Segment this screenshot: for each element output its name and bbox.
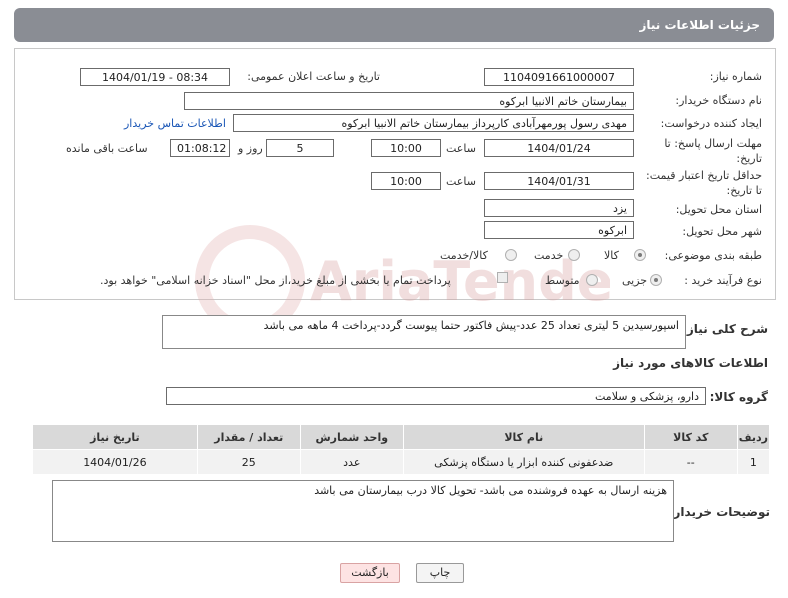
remaining-time-field[interactable]: 01:08:12 <box>170 139 230 157</box>
cell-row-number: 1 <box>736 449 771 475</box>
buyer-notes-textarea[interactable]: هزینه ارسال به عهده فروشنده می باشد- تحو… <box>52 480 674 542</box>
category-label: طبقه بندی موضوعی: <box>664 249 762 262</box>
announce-label: تاریخ و ساعت اعلان عمومی: <box>247 70 380 83</box>
city-field[interactable]: ابرکوه <box>484 221 634 239</box>
category-radio-service[interactable] <box>568 249 580 261</box>
cell-code: -- <box>643 449 738 475</box>
goods-group-field[interactable]: دارو، پزشکی و سلامت <box>166 387 706 405</box>
price-time-field[interactable]: 10:00 <box>371 172 441 190</box>
creator-field[interactable]: مهدی رسول پورمهرآبادی کارپرداز بیمارستان… <box>233 114 634 132</box>
reply-deadline-label: مهلت ارسال پاسخ: تا تاریخ: <box>664 137 762 165</box>
process-radio-medium[interactable] <box>586 274 598 286</box>
goods-table: ردیف کد کالا نام کالا واحد شمارش تعداد /… <box>32 424 771 475</box>
price-validity-label: حداقل تاریخ اعتبار قیمت: تا تاریخ: <box>646 169 762 197</box>
creator-label: ایجاد کننده درخواست: <box>660 117 762 130</box>
column-header-code: کد کالا <box>643 424 738 450</box>
contact-info-link[interactable]: اطلاعات تماس خریدار <box>124 117 226 130</box>
back-button[interactable]: بازگشت <box>340 563 400 583</box>
process-label: نوع فرآیند خرید : <box>684 274 762 287</box>
cell-quantity: 25 <box>196 449 301 475</box>
process-radio-minor[interactable] <box>650 274 662 286</box>
province-label: استان محل تحویل: <box>675 203 762 216</box>
remaining-time-label: ساعت باقی مانده <box>66 142 148 155</box>
category-radio-both[interactable] <box>505 249 517 261</box>
column-header-unit: واحد شمارش <box>299 424 404 450</box>
table-row[interactable]: 1 -- ضدعفونی کننده ابزار یا دستگاه پزشکی… <box>32 449 771 475</box>
goods-table-header: ردیف کد کالا نام کالا واحد شمارش تعداد /… <box>32 424 771 450</box>
page-title: جزئیات اطلاعات نیاز <box>639 18 760 32</box>
column-header-quantity: تعداد / مقدار <box>196 424 301 450</box>
need-number-label: شماره نیاز: <box>709 70 762 83</box>
days-field[interactable]: 5 <box>266 139 334 157</box>
goods-group-label: گروه کالا: <box>709 390 768 404</box>
need-number-field[interactable]: 1104091661000007 <box>484 68 634 86</box>
days-label: روز و <box>238 142 263 155</box>
goods-section-title: اطلاعات کالاهای مورد نیاز <box>613 356 768 370</box>
category-radio-goods[interactable] <box>634 249 646 261</box>
province-field[interactable]: یزد <box>484 199 634 217</box>
category-option-service: خدمت <box>534 249 564 262</box>
cell-need-date: 1404/01/26 <box>32 449 198 475</box>
process-option-minor: جزیی <box>622 274 648 287</box>
treasury-payment-checkbox[interactable] <box>497 272 508 283</box>
column-header-name: نام کالا <box>402 424 645 450</box>
reply-time-field[interactable]: 10:00 <box>371 139 441 157</box>
city-label: شهر محل تحویل: <box>682 225 762 238</box>
buyer-notes-label: توضیحات خریدار: <box>668 505 770 519</box>
description-textarea[interactable]: اسپورسیدین 5 لیتری تعداد 25 عدد-پیش فاکت… <box>162 315 686 349</box>
cell-unit: عدد <box>299 449 404 475</box>
cell-name: ضدعفونی کننده ابزار یا دستگاه پزشکی <box>402 449 645 475</box>
category-option-both: کالا/خدمت <box>440 249 488 262</box>
category-option-goods: کالا <box>604 249 619 262</box>
buyer-org-label: نام دستگاه خریدار: <box>675 94 762 107</box>
treasury-payment-note: پرداخت تمام یا بخشی از مبلغ خرید،از محل … <box>100 274 451 287</box>
reply-time-label: ساعت <box>446 142 476 155</box>
column-header-need-date: تاریخ نیاز <box>32 424 198 450</box>
price-date-field[interactable]: 1404/01/31 <box>484 172 634 190</box>
print-button[interactable]: چاپ <box>416 563 464 583</box>
announce-field[interactable]: 1404/01/19 - 08:34 <box>80 68 230 86</box>
process-option-medium: متوسط <box>545 274 580 287</box>
description-label: شرح کلی نیاز: <box>682 322 768 336</box>
buyer-org-field[interactable]: بیمارستان خاتم الانبیا ابرکوه <box>184 92 634 110</box>
price-time-label: ساعت <box>446 175 476 188</box>
reply-date-field[interactable]: 1404/01/24 <box>484 139 634 157</box>
column-header-row-number: ردیف <box>736 424 771 450</box>
